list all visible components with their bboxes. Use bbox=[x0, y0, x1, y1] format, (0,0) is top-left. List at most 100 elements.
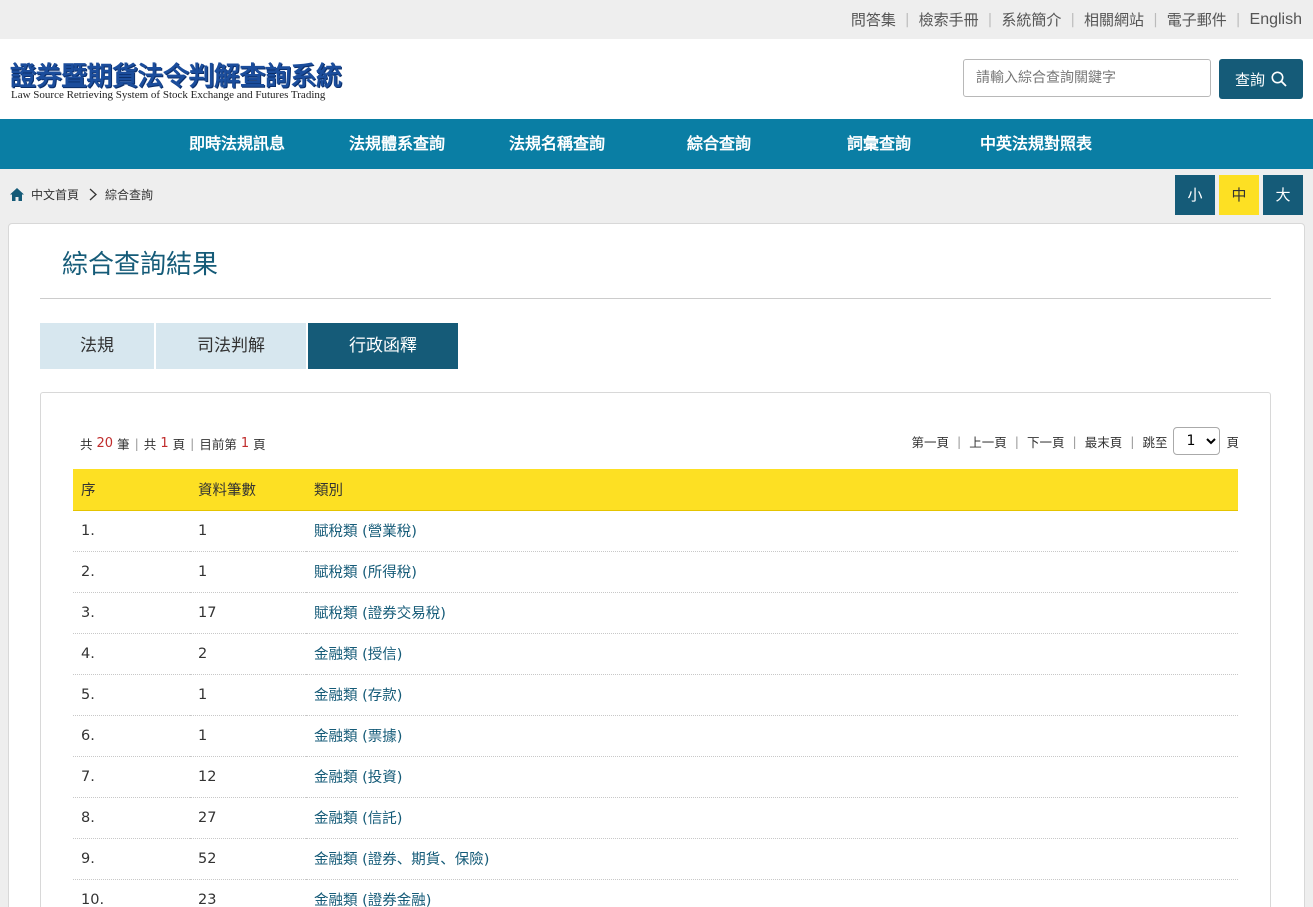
pager-last[interactable]: 最末頁 bbox=[1085, 432, 1123, 451]
row-count: 52 bbox=[190, 838, 306, 880]
toplink-email[interactable]: 電子郵件 bbox=[1167, 9, 1227, 30]
row-seq: 7. bbox=[73, 756, 190, 798]
row-category-link[interactable]: 金融類 (證券、期貨、保險) bbox=[314, 852, 489, 868]
summary-pages-suffix: 頁 bbox=[172, 437, 186, 452]
row-count: 1 bbox=[190, 551, 306, 593]
site-logo-title[interactable]: 證券暨期貨法令判解查詢系統 bbox=[10, 56, 342, 93]
row-count: 12 bbox=[190, 756, 306, 798]
breadcrumb-current: 綜合查詢 bbox=[105, 188, 154, 202]
row-category-link[interactable]: 金融類 (授信) bbox=[314, 647, 402, 663]
nav-law-name[interactable]: 法規名稱查詢 bbox=[509, 119, 605, 169]
pager-next[interactable]: 下一頁 bbox=[1027, 432, 1065, 451]
row-seq: 4. bbox=[73, 633, 190, 675]
font-size-small-button[interactable]: 小 bbox=[1175, 175, 1215, 215]
col-header-category: 類別 bbox=[306, 469, 1238, 511]
row-category-link[interactable]: 賦稅類 (證券交易稅) bbox=[314, 606, 446, 622]
font-size-medium-button[interactable]: 中 bbox=[1219, 175, 1259, 215]
nav-comprehensive[interactable]: 綜合查詢 bbox=[687, 119, 751, 169]
tab-administrative[interactable]: 行政函釋 bbox=[308, 323, 458, 369]
nav-vocabulary[interactable]: 詞彙查詢 bbox=[847, 119, 911, 169]
tab-regulations[interactable]: 法規 bbox=[40, 323, 154, 369]
table-row: 7. 12 金融類 (投資) bbox=[73, 756, 1238, 798]
row-category-link[interactable]: 金融類 (證券金融) bbox=[314, 893, 431, 907]
table-row: 8. 27 金融類 (信託) bbox=[73, 797, 1238, 839]
result-summary: 共 20 筆 | 共 1 頁 | 目前第 1 頁 bbox=[80, 436, 266, 452]
col-header-count: 資料筆數 bbox=[190, 469, 306, 511]
search-button-label: 查詢 bbox=[1234, 70, 1265, 89]
row-seq: 6. bbox=[73, 715, 190, 757]
row-seq: 9. bbox=[73, 838, 190, 880]
summary-total-suffix: 筆 bbox=[117, 437, 130, 452]
title-divider bbox=[40, 298, 1271, 299]
row-seq: 5. bbox=[73, 674, 190, 716]
toplink-about[interactable]: 系統簡介 bbox=[1001, 9, 1061, 30]
page-jump-select[interactable]: 1 bbox=[1173, 427, 1221, 455]
search-input[interactable] bbox=[963, 59, 1211, 97]
table-row: 6. 1 金融類 (票據) bbox=[73, 715, 1238, 757]
pager-first[interactable]: 第一頁 bbox=[912, 432, 950, 451]
pager-jump-label: 跳至 bbox=[1142, 434, 1168, 450]
row-count: 23 bbox=[190, 879, 306, 907]
row-seq: 10. bbox=[73, 879, 190, 907]
toplink-related-sites[interactable]: 相關網站 bbox=[1084, 9, 1144, 30]
breadcrumb-home[interactable]: 中文首頁 bbox=[31, 186, 79, 203]
pager-prev[interactable]: 上一頁 bbox=[969, 432, 1007, 451]
row-category-link[interactable]: 金融類 (票據) bbox=[314, 729, 402, 745]
breadcrumb: 中文首頁 綜合查詢 bbox=[10, 186, 153, 203]
font-size-large-button[interactable]: 大 bbox=[1263, 175, 1303, 215]
row-count: 1 bbox=[190, 715, 306, 757]
summary-total-prefix: 共 bbox=[80, 437, 93, 452]
table-row: 1. 1 賦稅類 (營業稅) bbox=[73, 510, 1238, 552]
top-links: 問答集 | 檢索手冊 | 系統簡介 | 相關網站 | 電子郵件 | English bbox=[850, 9, 1302, 30]
results-table: 序 資料筆數 類別 1. 1 賦稅類 (營業稅) 2. 1 賦稅類 (所得稅) 3. 17… bbox=[73, 469, 1238, 907]
table-header-row: 序 資料筆數 類別 bbox=[73, 469, 1238, 511]
table-row: 4. 2 金融類 (授信) bbox=[73, 633, 1238, 675]
site-logo-subtitle: Law Source Retrieving System of Stock Ex… bbox=[11, 89, 326, 101]
summary-current-prefix: 目前第 bbox=[199, 437, 237, 452]
table-row: 2. 1 賦稅類 (所得稅) bbox=[73, 551, 1238, 593]
tab-judicial[interactable]: 司法判解 bbox=[156, 323, 306, 369]
row-seq: 3. bbox=[73, 592, 190, 634]
chevron-right-icon bbox=[89, 188, 97, 201]
search-button[interactable]: 查詢 bbox=[1219, 59, 1303, 99]
toplink-english[interactable]: English bbox=[1250, 11, 1302, 29]
summary-page-count: 1 bbox=[160, 436, 169, 451]
summary-current-page: 1 bbox=[240, 436, 250, 451]
search-icon bbox=[1271, 71, 1287, 87]
pager-page-suffix: 頁 bbox=[1226, 434, 1239, 450]
row-category-link[interactable]: 賦稅類 (營業稅) bbox=[314, 524, 417, 540]
content-panel: 綜合查詢結果 法規 司法判解 行政函釋 共 20 筆 | 共 1 頁 | 目前第… bbox=[8, 223, 1305, 907]
toplink-manual[interactable]: 檢索手冊 bbox=[919, 9, 979, 30]
row-seq: 8. bbox=[73, 797, 190, 839]
summary-total-count: 20 bbox=[96, 436, 114, 451]
row-count: 1 bbox=[190, 510, 306, 552]
toplink-faq[interactable]: 問答集 bbox=[851, 9, 896, 30]
row-count: 2 bbox=[190, 633, 306, 675]
table-row: 5. 1 金融類 (存款) bbox=[73, 674, 1238, 716]
nav-law-system[interactable]: 法規體系查詢 bbox=[349, 119, 445, 169]
row-count: 27 bbox=[190, 797, 306, 839]
nav-realtime-laws[interactable]: 即時法規訊息 bbox=[189, 119, 285, 169]
pagination: 第一頁 | 上一頁 | 下一頁 | 最末頁 | 跳至 1 頁 bbox=[912, 427, 1239, 455]
col-header-seq: 序 bbox=[73, 469, 190, 511]
page-title: 綜合查詢結果 bbox=[62, 250, 219, 280]
row-seq: 2. bbox=[73, 551, 190, 593]
row-category-link[interactable]: 金融類 (存款) bbox=[314, 688, 402, 704]
row-count: 17 bbox=[190, 592, 306, 634]
row-category-link[interactable]: 金融類 (信託) bbox=[314, 811, 402, 827]
row-category-link[interactable]: 金融類 (投資) bbox=[314, 770, 402, 786]
site-header: 證券暨期貨法令判解查詢系統 Law Source Retrieving Syst… bbox=[0, 39, 1313, 119]
table-row: 9. 52 金融類 (證券、期貨、保險) bbox=[73, 838, 1238, 880]
summary-current-suffix: 頁 bbox=[253, 437, 266, 452]
nav-zh-en-laws[interactable]: 中英法規對照表 bbox=[980, 119, 1092, 169]
row-count: 1 bbox=[190, 674, 306, 716]
table-row: 10. 23 金融類 (證券金融) bbox=[73, 879, 1238, 907]
table-row: 3. 17 賦稅類 (證券交易稅) bbox=[73, 592, 1238, 634]
summary-pages-prefix: 共 bbox=[143, 437, 157, 452]
row-category-link[interactable]: 賦稅類 (所得稅) bbox=[314, 565, 417, 581]
row-seq: 1. bbox=[73, 510, 190, 552]
main-nav: 即時法規訊息 法規體系查詢 法規名稱查詢 綜合查詢 詞彙查詢 中英法規對照表 bbox=[0, 119, 1313, 169]
home-icon[interactable] bbox=[10, 188, 24, 201]
results-box: 共 20 筆 | 共 1 頁 | 目前第 1 頁 第一頁 | 上一頁 | 下一頁 | … bbox=[40, 392, 1271, 907]
top-utility-bar: 問答集 | 檢索手冊 | 系統簡介 | 相關網站 | 電子郵件 | English bbox=[0, 0, 1313, 39]
